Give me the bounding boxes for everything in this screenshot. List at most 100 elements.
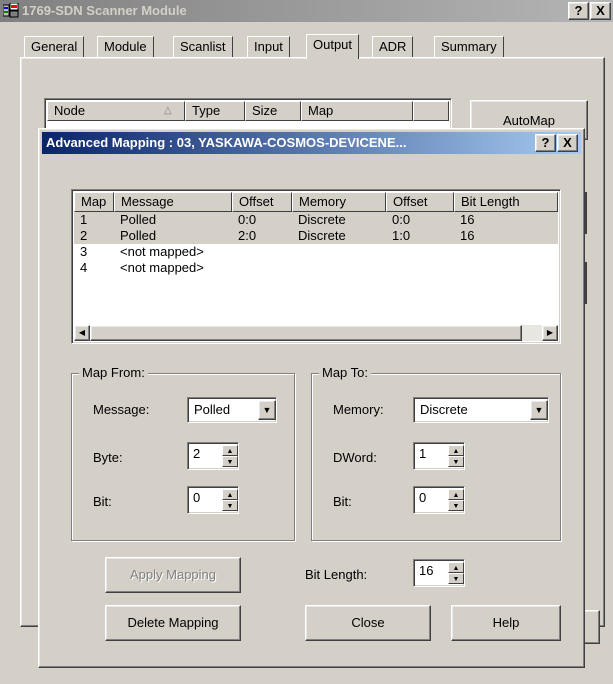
app-icon [2, 2, 19, 18]
spin-up-icon[interactable]: ▲ [222, 489, 238, 500]
table-cell: 16 [460, 228, 475, 243]
from-bit-label: Bit: [93, 494, 112, 509]
table-cell: <not mapped> [120, 260, 204, 275]
table-cell [460, 244, 558, 260]
memory-column-header[interactable]: Memory [292, 192, 386, 212]
table-cell [238, 260, 292, 276]
delete-mapping-button[interactable]: Delete Mapping [105, 605, 241, 641]
map-to-legend: Map To: [319, 365, 372, 380]
spin-down-icon[interactable]: ▼ [222, 456, 238, 467]
message-label: Message: [93, 402, 150, 417]
table-cell [460, 260, 558, 276]
panel-divider [585, 262, 587, 304]
tab-general[interactable]: General [24, 36, 85, 58]
message-column-header[interactable]: Message [114, 192, 232, 212]
source-offset-column-header[interactable]: Offset [232, 192, 292, 212]
table-row[interactable]: 1 Polled 0:0 Discrete 0:0 16 [74, 212, 558, 228]
table-cell [298, 260, 386, 276]
table-cell: 2:0 [238, 228, 257, 243]
dialog-title: Advanced Mapping : 03, YASKAWA-COSMOS-DE… [46, 135, 407, 150]
extra-column-header[interactable] [413, 101, 449, 121]
map-column-header[interactable]: Map [301, 101, 413, 121]
table-cell: Polled [120, 212, 157, 227]
tab-adr[interactable]: ADR [372, 36, 414, 58]
dialog-title-bar[interactable]: Advanced Mapping : 03, YASKAWA-COSMOS-DE… [42, 132, 581, 154]
scroll-left-button[interactable]: ◀ [74, 325, 90, 341]
table-cell: Discrete [298, 212, 346, 227]
main-help-button[interactable]: ? [568, 2, 589, 20]
mapping-list[interactable]: Map Message Offset Memory Offset Bit Len… [71, 189, 561, 344]
advanced-mapping-dialog: Advanced Mapping : 03, YASKAWA-COSMOS-DE… [38, 128, 585, 668]
table-cell: 16 [460, 212, 475, 227]
scroll-thumb[interactable] [90, 325, 522, 341]
from-bit-spinner[interactable]: ▲ ▼ [222, 489, 238, 511]
table-cell [392, 244, 454, 260]
spin-up-icon[interactable]: ▲ [448, 489, 464, 500]
message-select[interactable]: Polled ▼ [187, 397, 277, 423]
table-cell: 0:0 [238, 212, 257, 227]
dialog-close-button[interactable]: X [557, 134, 578, 152]
spin-down-icon[interactable]: ▼ [448, 500, 464, 511]
table-cell: 0:0 [392, 212, 411, 227]
tab-summary[interactable]: Summary [434, 36, 504, 58]
chevron-down-icon[interactable]: ▼ [530, 400, 548, 420]
byte-spinner[interactable]: ▲ ▼ [222, 445, 238, 467]
main-close-button[interactable]: X [590, 2, 611, 20]
spin-down-icon[interactable]: ▼ [222, 500, 238, 511]
help-button[interactable]: Help [451, 605, 561, 641]
to-bit-spinner[interactable]: ▲ ▼ [448, 489, 464, 511]
table-row[interactable]: 2 Polled 2:0 Discrete 1:0 16 [74, 228, 558, 244]
close-button[interactable]: Close [305, 605, 431, 641]
sort-ascending-icon: △ [164, 105, 172, 116]
dword-spinner[interactable]: ▲ ▼ [448, 445, 464, 467]
table-cell: 2 [80, 228, 88, 243]
table-cell [298, 244, 386, 260]
table-row[interactable]: 3 <not mapped> [74, 244, 558, 260]
mapping-list-header: Map Message Offset Memory Offset Bit Len… [74, 192, 558, 212]
spin-up-icon[interactable]: ▲ [222, 445, 238, 456]
dialog-help-button[interactable]: ? [535, 134, 556, 152]
node-column-header[interactable]: Node △ [47, 101, 185, 121]
memory-label: Memory: [333, 402, 384, 417]
from-bit-input[interactable]: 0 ▲ ▼ [187, 486, 239, 514]
bit-length-spinner[interactable]: ▲ ▼ [448, 562, 464, 584]
apply-mapping-button[interactable]: Apply Mapping [105, 557, 241, 593]
tab-scanlist[interactable]: Scanlist [173, 36, 233, 58]
panel-divider [585, 192, 587, 234]
dest-offset-column-header[interactable]: Offset [386, 192, 454, 212]
spin-down-icon[interactable]: ▼ [448, 573, 464, 584]
map-column-header[interactable]: Map [74, 192, 114, 212]
scroll-right-button[interactable]: ▶ [542, 325, 558, 341]
byte-label: Byte: [93, 450, 123, 465]
table-cell: Discrete [298, 228, 346, 243]
type-column-header[interactable]: Type [185, 101, 245, 121]
table-cell [392, 260, 454, 276]
main-title-bar[interactable]: 1769-SDN Scanner Module ? X [0, 0, 613, 22]
chevron-down-icon[interactable]: ▼ [258, 400, 276, 420]
spin-down-icon[interactable]: ▼ [448, 456, 464, 467]
table-row[interactable]: 4 <not mapped> [74, 260, 558, 276]
table-cell: <not mapped> [120, 244, 204, 259]
bit-length-label: Bit Length: [305, 567, 368, 582]
horizontal-scrollbar[interactable]: ◀ ▶ [74, 325, 558, 341]
table-cell [238, 244, 292, 260]
bit-length-column-header[interactable]: Bit Length [454, 192, 558, 212]
dword-label: DWord: [333, 450, 377, 465]
tab-strip: General Module Scanlist Input Output ADR… [24, 34, 544, 59]
spin-up-icon[interactable]: ▲ [448, 562, 464, 573]
to-bit-input[interactable]: 0 ▲ ▼ [413, 486, 465, 514]
byte-input[interactable]: 2 ▲ ▼ [187, 442, 239, 470]
map-from-legend: Map From: [79, 365, 148, 380]
table-cell: 3 [80, 244, 88, 259]
mapping-rows: 1 Polled 0:0 Discrete 0:0 16 2 Polled 2:0 Discret… [74, 212, 558, 276]
memory-select[interactable]: Discrete ▼ [413, 397, 549, 423]
tab-module[interactable]: Module [97, 36, 154, 58]
size-column-header[interactable]: Size [245, 101, 301, 121]
tab-output[interactable]: Output [306, 34, 360, 59]
dword-input[interactable]: 1 ▲ ▼ [413, 442, 465, 470]
spin-up-icon[interactable]: ▲ [448, 445, 464, 456]
bit-length-input[interactable]: 16 ▲ ▼ [413, 559, 465, 587]
main-window-title: 1769-SDN Scanner Module [22, 3, 187, 18]
to-bit-label: Bit: [333, 494, 352, 509]
tab-input[interactable]: Input [247, 36, 290, 58]
